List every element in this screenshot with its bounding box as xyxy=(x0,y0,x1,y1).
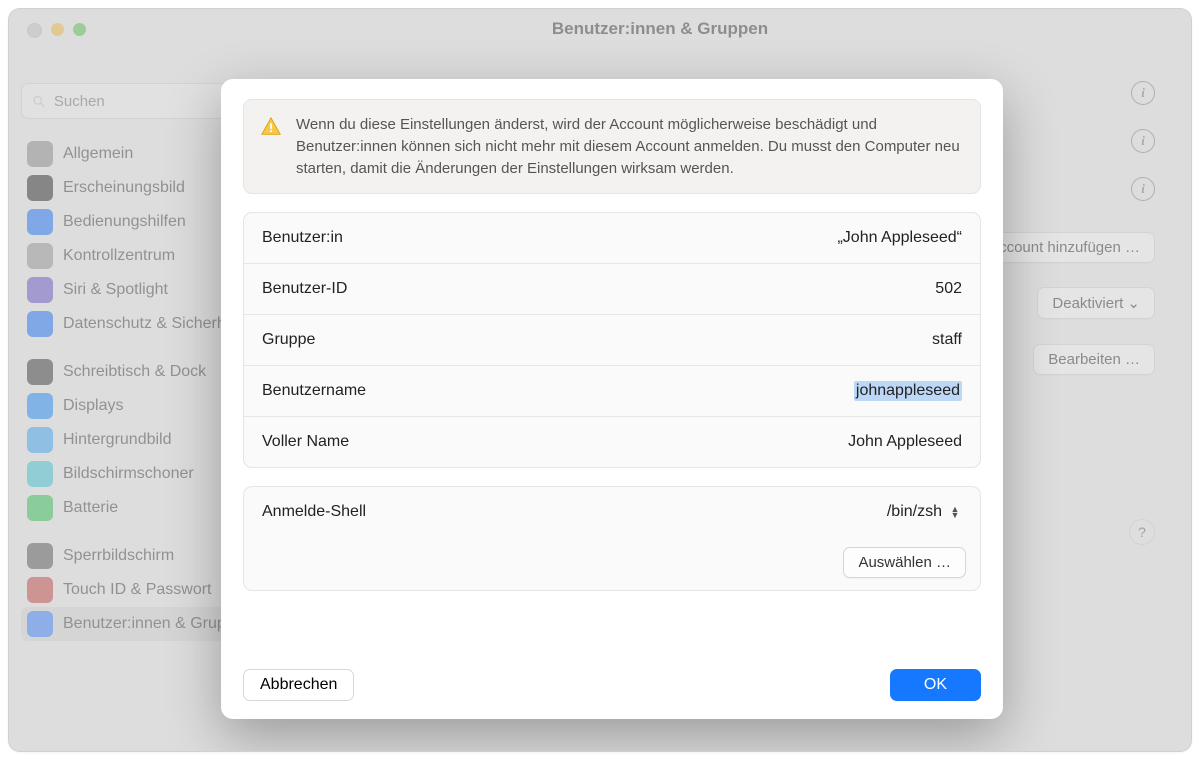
ok-button[interactable]: OK xyxy=(890,669,981,701)
row-value: „John Appleseed“ xyxy=(837,229,962,247)
row-label: Anmelde-Shell xyxy=(262,503,366,521)
username-input[interactable]: johnappleseed xyxy=(854,381,962,401)
fullname-input[interactable]: John Appleseed xyxy=(848,433,962,451)
settings-window: Benutzer:innen & Gruppen AllgemeinErsche… xyxy=(8,8,1192,752)
chevron-updown-icon: ▲▼ xyxy=(948,506,962,518)
warning-icon xyxy=(260,114,282,179)
row-fullname[interactable]: Voller Name John Appleseed xyxy=(244,416,980,467)
row-value: staff xyxy=(932,331,962,349)
choose-shell-button[interactable]: Auswählen … xyxy=(843,547,966,578)
row-group: Gruppe staff xyxy=(244,314,980,365)
shell-card: Anmelde-Shell /bin/zsh ▲▼ Auswählen … xyxy=(243,486,981,591)
row-label: Voller Name xyxy=(262,433,349,451)
cancel-button[interactable]: Abbrechen xyxy=(243,669,354,701)
shell-select[interactable]: /bin/zsh ▲▼ xyxy=(887,503,962,521)
row-user: Benutzer:in „John Appleseed“ xyxy=(244,213,980,263)
warning-banner: Wenn du diese Einstellungen änderst, wir… xyxy=(243,99,981,194)
shell-select-row: Auswählen … xyxy=(244,537,980,590)
row-username[interactable]: Benutzername johnappleseed xyxy=(244,365,980,416)
modal-footer: Abbrechen OK xyxy=(243,659,981,701)
row-label: Benutzer:in xyxy=(262,229,343,247)
row-user-id: Benutzer-ID 502 xyxy=(244,263,980,314)
row-label: Gruppe xyxy=(262,331,315,349)
warning-text: Wenn du diese Einstellungen änderst, wir… xyxy=(296,114,964,179)
row-label: Benutzername xyxy=(262,382,366,400)
advanced-user-modal: Wenn du diese Einstellungen änderst, wir… xyxy=(221,79,1003,719)
row-shell[interactable]: Anmelde-Shell /bin/zsh ▲▼ xyxy=(244,487,980,537)
row-label: Benutzer-ID xyxy=(262,280,347,298)
shell-value: /bin/zsh xyxy=(887,503,942,521)
user-info-card: Benutzer:in „John Appleseed“ Benutzer-ID 5… xyxy=(243,212,981,468)
row-value: 502 xyxy=(935,280,962,298)
